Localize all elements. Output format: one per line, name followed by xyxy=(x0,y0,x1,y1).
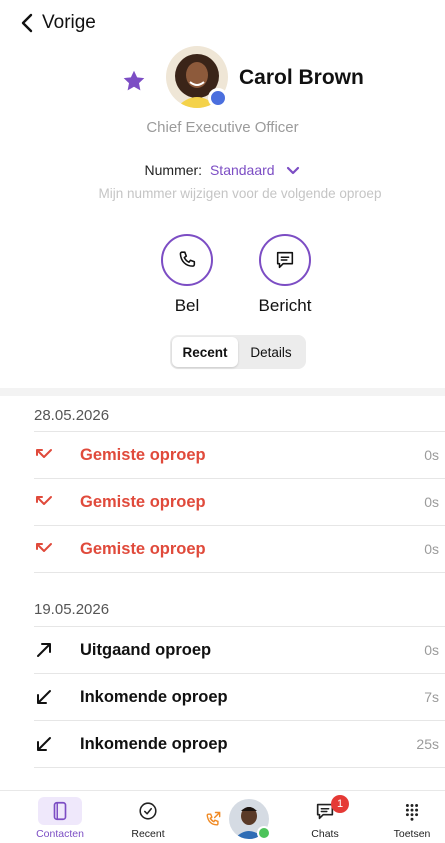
tab-contacts[interactable]: Contacten xyxy=(20,791,100,840)
missed-call-icon xyxy=(36,543,52,552)
call-row[interactable]: Inkomende oproep 25s xyxy=(34,720,445,767)
tab-recent-calls[interactable]: Recent xyxy=(108,791,188,840)
tab-recent[interactable]: Recent xyxy=(172,337,238,367)
call-action[interactable]: Bel xyxy=(147,234,227,316)
call-duration: 7s xyxy=(424,689,439,705)
chevron-left-icon xyxy=(21,13,33,33)
call-duration: 0s xyxy=(424,642,439,658)
call-type: Inkomende oproep xyxy=(80,734,228,753)
call-row[interactable]: Inkomende oproep 7s xyxy=(34,673,445,720)
call-duration: 25s xyxy=(416,736,439,752)
date-header: 28.05.2026 xyxy=(34,407,110,424)
message-action[interactable]: Bericht xyxy=(245,234,325,316)
call-row[interactable]: Gemiste oproep 0s xyxy=(34,525,445,572)
message-button[interactable] xyxy=(259,234,311,286)
message-icon xyxy=(276,251,294,269)
call-row[interactable]: Gemiste oproep 0s xyxy=(34,478,445,525)
tab-keypad[interactable]: Toetsen xyxy=(372,791,445,840)
message-label: Bericht xyxy=(258,296,312,315)
divider xyxy=(34,572,445,573)
call-duration: 0s xyxy=(424,494,439,510)
favorite-star-icon[interactable] xyxy=(121,68,147,94)
back-button[interactable]: Vorige xyxy=(20,12,96,34)
tab-contacts-label: Contacten xyxy=(36,828,84,840)
call-duration: 0s xyxy=(424,541,439,557)
number-value[interactable]: Standaard xyxy=(210,162,275,178)
incoming-call-icon xyxy=(37,690,51,704)
keypad-icon xyxy=(405,804,419,821)
tab-recent-label: Recent xyxy=(131,828,165,840)
call-type: Gemiste oproep xyxy=(80,539,206,558)
contacts-book-icon xyxy=(53,801,67,821)
missed-call-icon xyxy=(36,449,52,458)
tab-chats[interactable]: 1 Chats xyxy=(285,791,365,840)
call-type: Gemiste oproep xyxy=(80,445,206,464)
number-label: Nummer: xyxy=(144,162,203,178)
call-transfer-icon[interactable] xyxy=(203,810,223,830)
call-row[interactable]: Uitgaand oproep 0s xyxy=(34,626,445,673)
contact-name: Carol Brown xyxy=(239,66,364,89)
call-type: Inkomende oproep xyxy=(80,687,228,706)
tab-chats-label: Chats xyxy=(311,828,339,840)
number-hint: Mijn nummer wijzigen voor de volgende op… xyxy=(98,186,382,201)
outgoing-call-icon xyxy=(37,643,51,657)
section-separator xyxy=(0,388,445,396)
call-duration: 0s xyxy=(424,447,439,463)
call-type: Uitgaand oproep xyxy=(80,640,212,659)
missed-call-icon xyxy=(36,496,52,505)
number-selector[interactable]: Nummer: Standaard xyxy=(0,162,445,178)
call-label: Bel xyxy=(174,296,200,315)
chevron-down-icon[interactable] xyxy=(286,166,300,176)
recent-clock-icon xyxy=(139,802,157,820)
contact-role: Chief Executive Officer xyxy=(146,119,299,136)
incoming-call-icon xyxy=(37,737,51,751)
chats-unread-badge: 1 xyxy=(331,795,349,813)
segmented-control: Recent Details xyxy=(170,335,306,369)
date-header: 19.05.2026 xyxy=(34,601,110,618)
presence-indicator xyxy=(208,88,228,108)
phone-icon xyxy=(179,251,196,267)
tab-keypad-label: Toetsen xyxy=(393,828,431,840)
call-button[interactable] xyxy=(161,234,213,286)
back-label: Vorige xyxy=(42,12,96,33)
tab-details[interactable]: Details xyxy=(238,337,304,367)
bottom-tab-bar: Contacten Recent 1 Chats Toetsen xyxy=(0,790,445,843)
call-row[interactable]: Gemiste oproep 0s xyxy=(34,431,445,478)
user-presence-indicator xyxy=(257,826,271,840)
divider xyxy=(34,767,445,768)
call-type: Gemiste oproep xyxy=(80,492,206,511)
